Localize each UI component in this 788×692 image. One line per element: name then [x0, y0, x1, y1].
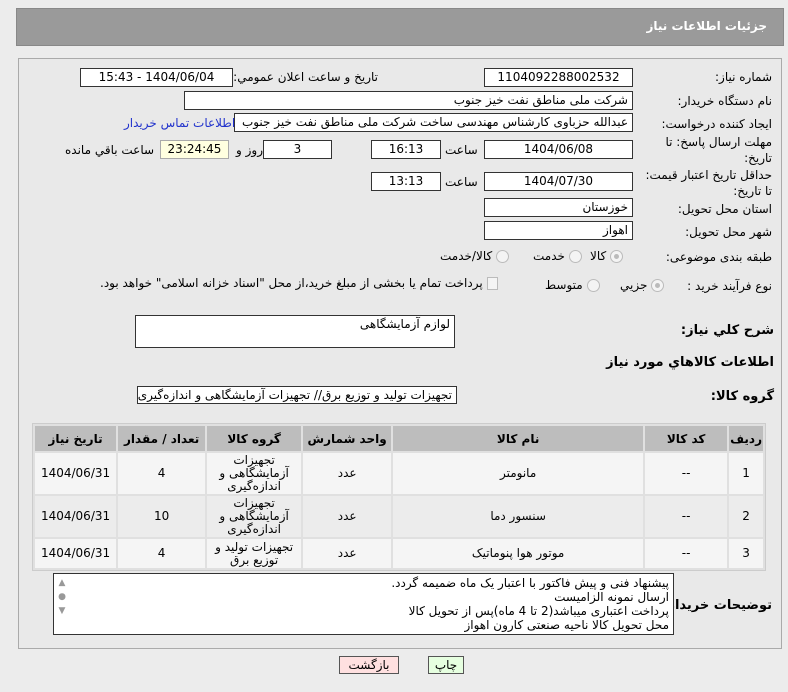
radio-icon[interactable] [586, 279, 600, 292]
cell-date: 1404/06/31 [35, 453, 117, 494]
cell-group: تجهیزات تولید و توزیع برق [207, 539, 302, 568]
buyer-label: نام دستگاه خريدار: [677, 94, 773, 108]
print-button[interactable]: چاپ [428, 656, 464, 674]
deadline-time-field[interactable]: 16:13 [371, 140, 441, 159]
checkbox-icon[interactable] [486, 277, 498, 290]
category-label: طبقه بندی موضوعی: [665, 250, 772, 264]
radio-icon[interactable] [610, 250, 624, 263]
col-code: کد کالا [645, 426, 728, 451]
col-qty: تعداد / مقدار [118, 426, 206, 451]
table-row: 3 -- موتور هوا پنوماتیک عدد تجهیزات تولید و … [35, 539, 763, 568]
announce-label: تاریخ و ساعت اعلان عمومي: [233, 70, 378, 84]
goods-group-field[interactable]: تجهیزات تولید و توزیع برق// تجهیزات آزما… [137, 386, 457, 404]
table-header-row: رديف کد کالا نام کالا واحد شمارش گروه کا… [35, 426, 763, 451]
description-label: شرح کلي نياز: [680, 323, 774, 338]
deadline-label: مهلت ارسال پاسخ: تا [665, 135, 772, 149]
cell-code: -- [645, 496, 728, 537]
table-row: 2 -- سنسور دما عدد تجهیزات آزمایشگاهی و اندا… [35, 496, 763, 537]
notes-label: توضيحات خريدار: [662, 598, 772, 613]
col-row: رديف [729, 426, 763, 451]
col-group: گروه کالا [207, 426, 302, 451]
creator-field[interactable]: عبدالله حزباوی کارشناس مهندسی ساخت شرکت … [234, 113, 633, 132]
cell-name: موتور هوا پنوماتیک [393, 539, 644, 568]
remaining-label: ساعت باقي مانده [65, 143, 155, 157]
col-name: نام کالا [393, 426, 644, 451]
validity-date-field[interactable]: 1404/07/30 [484, 172, 633, 191]
creator-label: ايجاد کننده درخواست: [661, 117, 772, 131]
buyer-field[interactable]: شرکت ملی مناطق نفت خیز جنوب [184, 91, 633, 110]
cell-row: 3 [729, 539, 763, 568]
process-option-medium[interactable]: متوسط [545, 278, 600, 292]
page-header: جزئیات اطلاعات نیاز [16, 8, 784, 46]
deadline-label-2: تاریخ: [744, 151, 772, 165]
province-label: استان محل تحويل: [677, 202, 772, 216]
cell-name: سنسور دما [393, 496, 644, 537]
notes-line: ارسال نمونه الزامیست [554, 590, 669, 604]
page-title: جزئیات اطلاعات نیاز [646, 19, 767, 33]
cell-row: 1 [729, 453, 763, 494]
notes-textarea[interactable]: پیشنهاد فنی و پیش فاکتور با اعتبار یک ما… [53, 573, 674, 635]
cell-name: مانومتر [393, 453, 644, 494]
category-option-goods[interactable]: کالا [590, 249, 624, 263]
validity-label-2: تا تاريخ: [733, 184, 772, 198]
city-field[interactable]: اهواز [484, 221, 633, 240]
province-field[interactable]: خوزستان [484, 198, 633, 217]
validity-label: حداقل تاريخ اعتبار قيمت: [645, 168, 772, 182]
cell-unit: عدد [303, 539, 392, 568]
days-field[interactable]: 3 [263, 140, 332, 159]
need-number-label: شماره نیاز: [715, 70, 772, 84]
radio-icon[interactable] [568, 250, 582, 263]
cell-date: 1404/06/31 [35, 496, 117, 537]
process-label: نوع فرآيند خريد : [687, 279, 772, 293]
cell-group: تجهیزات آزمایشگاهی و اندازه‌گیری [207, 496, 302, 537]
validity-time-label: ساعت [445, 175, 478, 189]
radio-icon[interactable] [651, 279, 665, 292]
validity-time-field[interactable]: 13:13 [371, 172, 441, 191]
cell-qty: 4 [118, 539, 206, 568]
notes-line: محل تحویل کالا ناحیه صنعتی کارون اهواز [464, 618, 669, 632]
announce-field[interactable]: 1404/06/04 - 15:43 [80, 68, 233, 87]
notes-line: پیشنهاد فنی و پیش فاکتور با اعتبار یک ما… [391, 576, 669, 590]
col-unit: واحد شمارش [303, 426, 392, 451]
cell-code: -- [645, 453, 728, 494]
goods-table: رديف کد کالا نام کالا واحد شمارش گروه کا… [32, 423, 766, 571]
cell-row: 2 [729, 496, 763, 537]
city-label: شهر محل تحويل: [685, 225, 772, 239]
back-button[interactable]: بازگشت [339, 656, 399, 674]
cell-date: 1404/06/31 [35, 539, 117, 568]
deadline-date-field[interactable]: 1404/06/08 [484, 140, 633, 159]
notes-line: پرداخت اعتباری میباشد(2 تا 4 ماه)پس از ت… [408, 604, 669, 618]
process-option-minor[interactable]: جزيي [620, 278, 665, 292]
contact-buyer-link[interactable]: اطلاعات تماس خريدار [124, 116, 235, 130]
treasury-payment-checkbox[interactable]: پرداخت تمام يا بخشی از مبلغ خريد،از محل … [100, 276, 498, 290]
category-option-both[interactable]: کالا/خدمت [440, 249, 510, 263]
deadline-time-label: ساعت [445, 143, 478, 157]
description-textarea[interactable]: لوازم آزمایشگاهی [135, 315, 455, 348]
table-row: 1 -- مانومتر عدد تجهیزات آزمایشگاهی و اندازه… [35, 453, 763, 494]
cell-qty: 4 [118, 453, 206, 494]
radio-icon[interactable] [496, 250, 510, 263]
cell-code: -- [645, 539, 728, 568]
notes-scrollbar[interactable]: ▲ ● ▼ [56, 576, 68, 618]
category-option-service[interactable]: خدمت [533, 249, 582, 263]
cell-unit: عدد [303, 453, 392, 494]
cell-qty: 10 [118, 496, 206, 537]
cell-unit: عدد [303, 496, 392, 537]
days-label: روز و [236, 143, 263, 157]
cell-group: تجهیزات آزمایشگاهی و اندازه‌گیری [207, 453, 302, 494]
goods-group-label: گروه کالا: [710, 389, 774, 404]
col-date: تاريخ نياز [35, 426, 117, 451]
goods-section-title: اطلاعات کالاهاي مورد نياز [606, 355, 774, 370]
remaining-time-field: 23:24:45 [160, 140, 229, 159]
need-number-field[interactable]: 1104092288002532 [484, 68, 633, 87]
